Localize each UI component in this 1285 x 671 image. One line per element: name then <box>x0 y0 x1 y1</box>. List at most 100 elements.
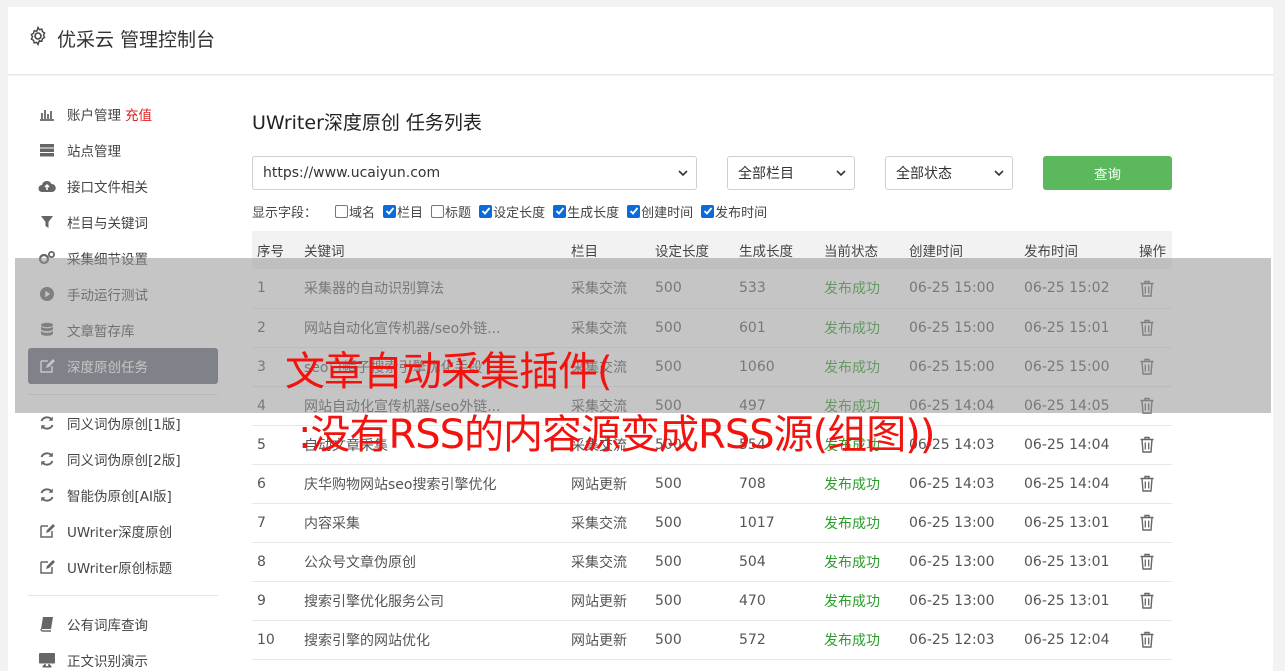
column-cell: 网站更新 <box>571 476 627 493</box>
sidebar-divider <box>28 595 218 596</box>
set-length-cell: 500 <box>655 553 682 570</box>
field-checkbox[interactable]: 标题 <box>431 202 471 221</box>
sidebar-item[interactable]: 接口文件相关 <box>28 168 218 204</box>
keyword-cell: 搜索引擎的网站优化 <box>304 632 430 649</box>
app-header: 优采云 管理控制台 <box>8 7 1273 75</box>
site-select[interactable]: https://www.ucaiyun.com <box>252 156 697 190</box>
created-time-cell: 06-25 14:03 <box>909 475 995 492</box>
column-cell: 采集交流 <box>571 515 627 532</box>
created-time-cell: 06-25 12:03 <box>909 631 995 648</box>
set-length-cell: 500 <box>655 631 682 648</box>
actions-cell <box>1134 542 1172 581</box>
overlay-title-line1: 文章自动采集插件( <box>285 349 613 395</box>
checkbox-unchecked-icon <box>431 204 445 218</box>
sidebar-item[interactable]: 站点管理 <box>28 132 218 168</box>
table-row: 8 公众号文章伪原创 采集交流 500 504 发布成功 06-25 13:00 06-25 … <box>252 542 1172 581</box>
published-time-cell: 06-25 12:04 <box>1024 631 1110 648</box>
book-icon <box>38 615 56 633</box>
field-checkbox[interactable]: 发布时间 <box>701 202 767 221</box>
column-select-value: 全部栏目 <box>738 166 794 182</box>
sidebar-item-label: 智能伪原创[AI版] <box>67 489 172 505</box>
checkbox-checked-icon <box>383 204 397 218</box>
sidebar-item[interactable]: 同义词伪原创[2版] <box>28 441 218 477</box>
app-title: 优采云 管理控制台 <box>57 29 216 51</box>
sidebar-item[interactable]: 智能伪原创[AI版] <box>28 477 218 513</box>
page-title: UWriter深度原创 任务列表 <box>252 112 482 134</box>
sidebar-item[interactable]: UWriter深度原创 <box>28 513 218 549</box>
gen-length-cell: 708 <box>739 475 766 492</box>
field-checkbox[interactable]: 域名 <box>335 202 375 221</box>
display-fields: 显示字段： 域名 栏目 标题 设定长度 生成长度 创建时间 发布时间 <box>252 202 775 221</box>
row-index: 10 <box>257 631 275 648</box>
refresh-icon <box>38 414 56 432</box>
created-time-cell: 06-25 13:00 <box>909 592 995 609</box>
trash-icon[interactable] <box>1139 553 1155 570</box>
column-select[interactable]: 全部栏目 <box>727 156 855 190</box>
display-fields-label: 显示字段： <box>252 205 318 221</box>
server-icon <box>38 141 56 159</box>
sidebar-item-label: 正文识别演示 <box>67 654 148 670</box>
filter-icon <box>38 213 56 231</box>
gen-length-cell: 470 <box>739 592 766 609</box>
field-checkbox-label: 创建时间 <box>641 205 694 221</box>
keyword-cell: 内容采集 <box>304 515 360 532</box>
sidebar-item[interactable]: 栏目与关键词 <box>28 204 218 240</box>
keyword-cell: 搜索引擎优化服务公司 <box>304 593 444 610</box>
trash-icon[interactable] <box>1139 592 1155 609</box>
field-checkbox[interactable]: 创建时间 <box>627 202 693 221</box>
checkbox-checked-icon <box>627 204 641 218</box>
recharge-link[interactable]: 充值 <box>125 104 152 124</box>
field-checkbox[interactable]: 设定长度 <box>479 202 545 221</box>
chevron-down-icon <box>836 170 846 177</box>
sidebar-item-label: 账户管理 <box>67 108 121 124</box>
field-checkbox-label: 域名 <box>349 205 376 221</box>
published-time-cell: 06-25 14:04 <box>1024 475 1110 492</box>
actions-cell <box>1134 620 1172 659</box>
chevron-down-icon <box>994 170 1004 177</box>
sidebar-item[interactable]: 账户管理 充值 <box>28 96 218 132</box>
table-row: 7 内容采集 采集交流 500 1017 发布成功 06-25 13:00 06-25 13:… <box>252 503 1172 542</box>
field-checkbox-label: 生成长度 <box>567 205 620 221</box>
trash-icon[interactable] <box>1139 631 1155 648</box>
column-cell: 网站更新 <box>571 632 627 649</box>
sidebar-item-label: 公有词库查询 <box>67 618 148 634</box>
cloud-upload-icon <box>38 177 56 195</box>
refresh-icon <box>38 450 56 468</box>
query-button[interactable]: 查询 <box>1043 156 1172 190</box>
edit-icon <box>38 558 56 576</box>
keyword-cell: 庆华购物网站seo搜索引擎优化 <box>304 476 497 493</box>
chevron-down-icon <box>678 170 688 177</box>
field-checkbox-label: 标题 <box>445 205 472 221</box>
status-cell: 发布成功 <box>824 554 880 571</box>
table-row: 9 搜索引擎优化服务公司 网站更新 500 470 发布成功 06-25 13:00 06-2… <box>252 581 1172 620</box>
field-checkbox-label: 栏目 <box>397 205 424 221</box>
trash-icon[interactable] <box>1139 514 1155 531</box>
actions-cell <box>1134 425 1172 464</box>
row-index: 7 <box>257 514 266 531</box>
status-cell: 发布成功 <box>824 515 880 532</box>
sidebar-item[interactable]: 公有词库查询 <box>28 606 218 642</box>
trash-icon[interactable] <box>1139 475 1155 492</box>
status-cell: 发布成功 <box>824 632 880 649</box>
row-index: 8 <box>257 553 266 570</box>
status-select[interactable]: 全部状态 <box>885 156 1013 190</box>
bar-chart-icon <box>38 105 56 123</box>
refresh-icon <box>38 486 56 504</box>
set-length-cell: 500 <box>655 514 682 531</box>
site-select-value: https://www.ucaiyun.com <box>263 165 441 181</box>
set-length-cell: 500 <box>655 592 682 609</box>
sidebar-item[interactable]: 正文识别演示 <box>28 642 218 671</box>
sidebar-item-label: 站点管理 <box>67 144 121 160</box>
trash-icon[interactable] <box>1139 436 1155 453</box>
overlay-title-line2: :没有RSS的内容源变成RSS源(组图)) <box>298 412 935 458</box>
actions-cell <box>1134 503 1172 542</box>
gen-length-cell: 1017 <box>739 514 775 531</box>
sidebar-item[interactable]: UWriter原创标题 <box>28 549 218 585</box>
field-checkbox[interactable]: 生成长度 <box>553 202 619 221</box>
checkbox-checked-icon <box>701 204 715 218</box>
set-length-cell: 500 <box>655 475 682 492</box>
field-checkbox[interactable]: 栏目 <box>383 202 423 221</box>
status-select-value: 全部状态 <box>896 166 952 182</box>
created-time-cell: 06-25 13:00 <box>909 514 995 531</box>
field-checkbox-label: 设定长度 <box>493 205 546 221</box>
